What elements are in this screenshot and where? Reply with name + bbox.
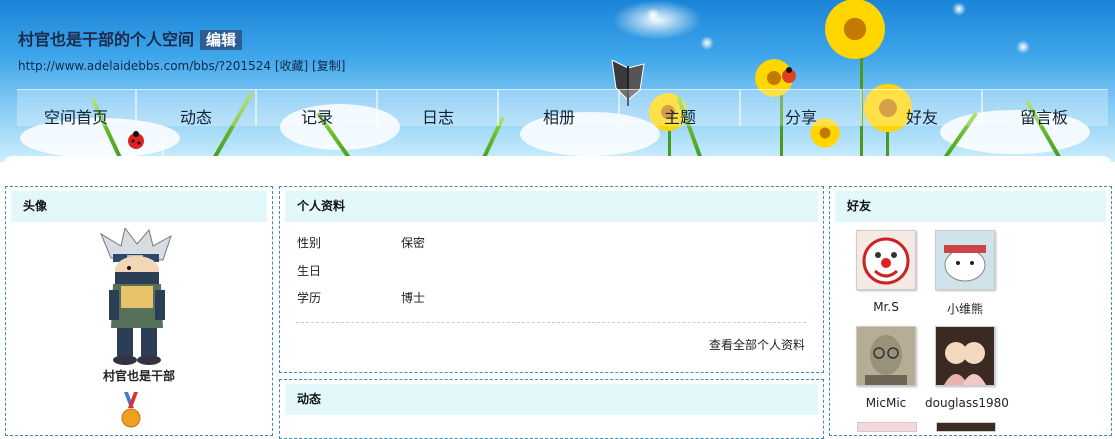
space-title: 村官也是干部的个人空间 编辑	[18, 26, 243, 50]
nav-item-album[interactable]: 相册	[500, 90, 620, 126]
friends-panel-title: 好友	[835, 191, 1106, 222]
main-nav: 空间首页 动态 记录 日志 相册 主题 分享 好友 留言板	[17, 89, 1108, 126]
nav-item-guestbook[interactable]: 留言板	[984, 90, 1104, 126]
flower-decoration	[820, 0, 890, 64]
profile-label-education: 学历	[297, 291, 322, 305]
avatar-image[interactable]	[97, 228, 177, 366]
space-url-link[interactable]: http://www.adelaidebbs.com/bbs/?201524	[18, 59, 271, 73]
friend-avatar[interactable]	[935, 326, 995, 386]
profile-label-gender: 性别	[297, 236, 322, 250]
medal-icon	[121, 392, 141, 428]
friend-item: MicMic	[846, 326, 926, 410]
friend-name[interactable]: Mr.S	[846, 300, 926, 314]
friend-avatar[interactable]	[856, 230, 916, 290]
friend-avatar[interactable]	[856, 326, 916, 386]
nav-item-records[interactable]: 记录	[258, 90, 378, 126]
profile-value-gender: 保密	[401, 236, 426, 250]
friend-avatar-partial[interactable]	[936, 422, 996, 432]
friend-item: douglass1980	[925, 326, 1009, 410]
sparkle-decoration	[1016, 40, 1030, 54]
favorite-link[interactable]: [收藏]	[275, 59, 308, 73]
portrait-icon	[865, 335, 907, 385]
nav-item-friends[interactable]: 好友	[863, 90, 983, 126]
profile-panel-title: 个人资料	[285, 191, 818, 222]
cartoon-bear-icon	[944, 245, 986, 282]
nav-item-topics[interactable]: 主题	[621, 90, 741, 126]
ladybug-icon	[782, 67, 796, 83]
friend-item: 小维熊	[925, 230, 1005, 317]
dolls-icon	[944, 342, 986, 385]
nav-item-blog[interactable]: 日志	[379, 90, 499, 126]
nav-item-feed[interactable]: 动态	[137, 90, 257, 126]
avatar-username[interactable]: 村官也是干部	[8, 367, 270, 384]
friend-name[interactable]: MicMic	[846, 396, 926, 410]
copy-link[interactable]: [复制]	[312, 59, 345, 73]
nav-item-share[interactable]: 分享	[742, 90, 862, 126]
sparkle-decoration	[952, 2, 966, 16]
space-url-line: http://www.adelaidebbs.com/bbs/?201524 […	[18, 57, 345, 74]
sparkle-decoration	[646, 8, 660, 22]
feed-panel-title: 动态	[285, 384, 818, 415]
view-all-profile-link[interactable]: 查看全部个人资料	[709, 336, 805, 353]
feed-panel: 动态	[279, 379, 824, 439]
avatar-panel-title: 头像	[11, 191, 267, 222]
sparkle-decoration	[700, 36, 714, 50]
friend-name[interactable]: 小维熊	[925, 300, 1005, 317]
profile-label-birthday: 生日	[297, 264, 322, 278]
friend-name[interactable]: douglass1980	[925, 396, 1009, 410]
nav-item-home[interactable]: 空间首页	[17, 90, 137, 126]
edit-button[interactable]: 编辑	[200, 30, 243, 50]
friend-avatar-partial[interactable]	[857, 422, 917, 432]
friend-item: Mr.S	[846, 230, 926, 314]
profile-divider	[296, 322, 806, 323]
profile-value-education: 博士	[401, 291, 426, 305]
header-banner: 村官也是干部的个人空间 编辑 http://www.adelaidebbs.com…	[0, 0, 1115, 162]
space-title-text: 村官也是干部的个人空间	[18, 30, 195, 49]
clown-icon	[862, 237, 910, 285]
friend-avatar[interactable]	[935, 230, 995, 290]
